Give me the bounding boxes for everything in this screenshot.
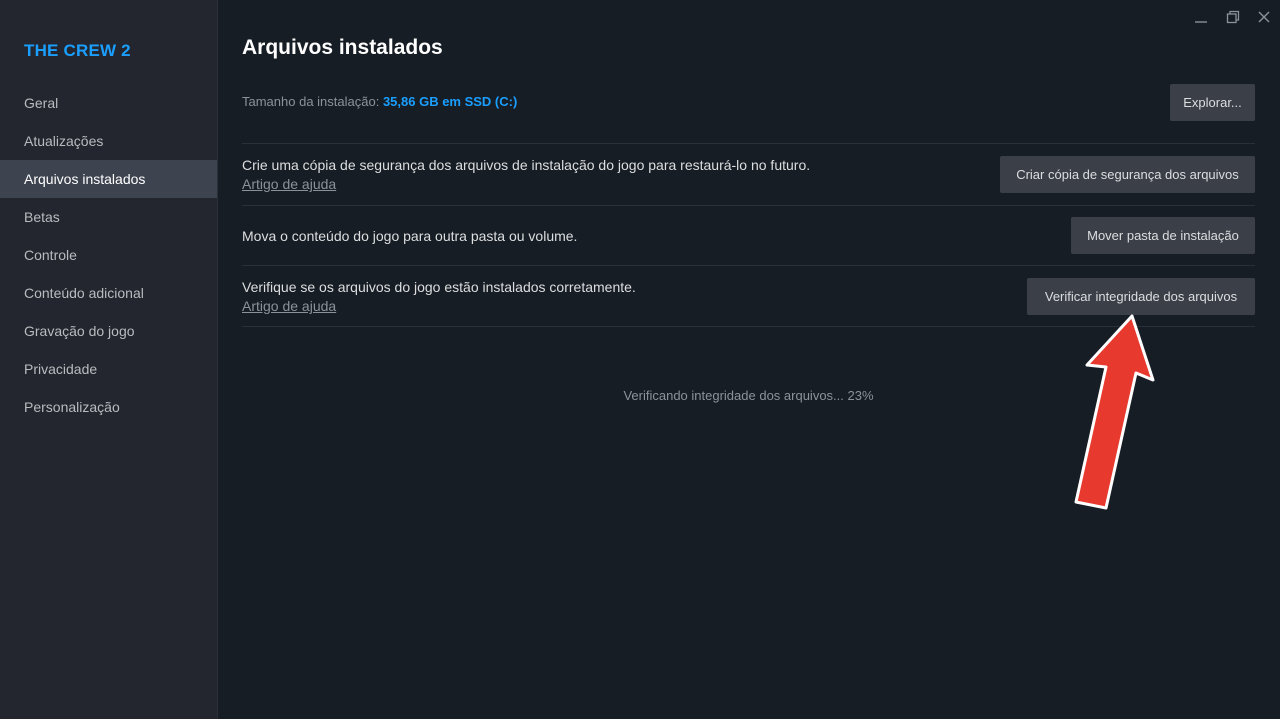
- restore-icon[interactable]: [1220, 4, 1246, 30]
- move-install-folder-button[interactable]: Mover pasta de instalação: [1071, 217, 1255, 254]
- install-size: Tamanho da instalação: 35,86 GB em SSD (…: [242, 94, 517, 109]
- divider: [242, 205, 1255, 206]
- sidebar-nav: Geral Atualizações Arquivos instalados B…: [0, 84, 217, 426]
- backup-description: Crie uma cópia de segurança dos arquivos…: [242, 157, 811, 173]
- backup-files-button[interactable]: Criar cópia de segurança dos arquivos: [1000, 156, 1255, 193]
- sidebar-item-gravacao-do-jogo[interactable]: Gravação do jogo: [0, 312, 217, 350]
- sidebar-item-betas[interactable]: Betas: [0, 198, 217, 236]
- annotation-arrow-icon: [1074, 314, 1155, 510]
- move-description: Mova o conteúdo do jogo para outra pasta…: [242, 228, 578, 244]
- backup-help-link[interactable]: Artigo de ajuda: [242, 176, 336, 192]
- verify-help-link[interactable]: Artigo de ajuda: [242, 298, 336, 314]
- sidebar-item-geral[interactable]: Geral: [0, 84, 217, 122]
- game-title: THE CREW 2: [24, 41, 131, 60]
- sidebar-item-atualizacoes[interactable]: Atualizações: [0, 122, 217, 160]
- install-size-value: 35,86 GB em SSD (C:): [382, 94, 518, 109]
- divider: [242, 143, 1255, 144]
- verify-description: Verifique se os arquivos do jogo estão i…: [242, 279, 636, 295]
- page-title: Arquivos instalados: [242, 36, 443, 59]
- browse-button[interactable]: Explorar...: [1170, 84, 1255, 121]
- divider: [242, 265, 1255, 266]
- minimize-icon[interactable]: [1188, 4, 1214, 30]
- sidebar-item-arquivos-instalados[interactable]: Arquivos instalados: [0, 160, 217, 198]
- sidebar-item-controle[interactable]: Controle: [0, 236, 217, 274]
- sidebar-item-privacidade[interactable]: Privacidade: [0, 350, 217, 388]
- close-icon[interactable]: [1251, 4, 1277, 30]
- sidebar-item-conteudo-adicional[interactable]: Conteúdo adicional: [0, 274, 217, 312]
- sidebar: THE CREW 2 Geral Atualizações Arquivos i…: [0, 0, 218, 719]
- install-size-label: Tamanho da instalação:: [242, 94, 380, 109]
- sidebar-item-personalizacao[interactable]: Personalização: [0, 388, 217, 426]
